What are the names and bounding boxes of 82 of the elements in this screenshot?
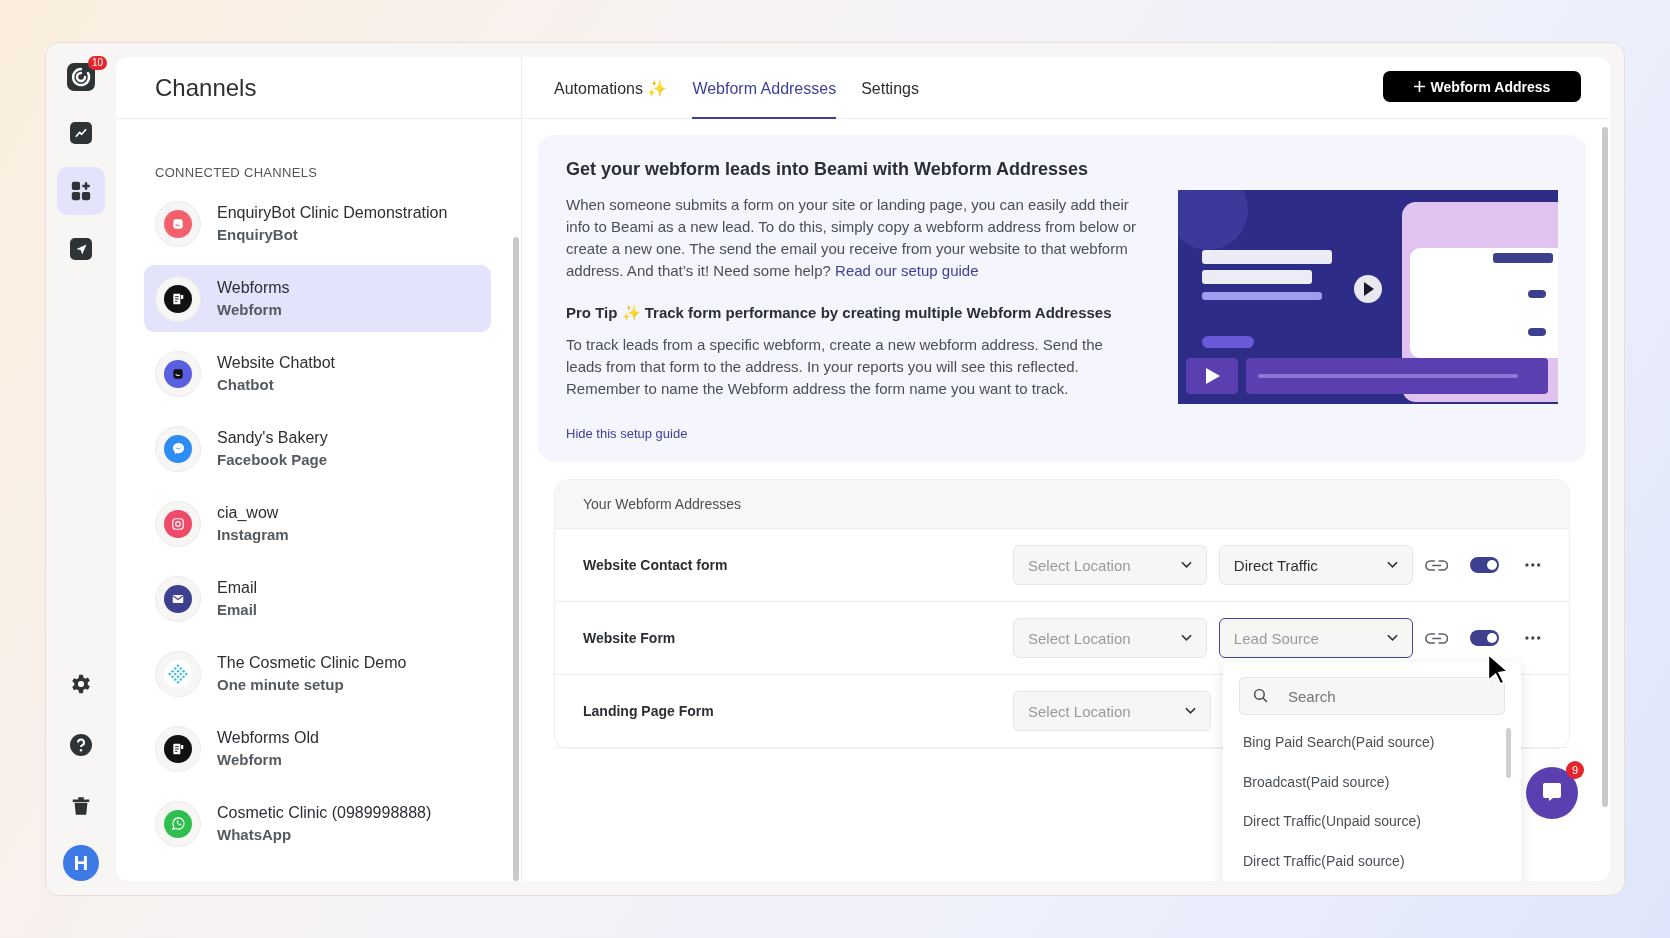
user-avatar[interactable]: H: [63, 845, 99, 881]
dropdown-option[interactable]: Direct Traffic(Paid source): [1239, 841, 1505, 881]
chevron-down-icon: [1386, 634, 1398, 642]
search-field[interactable]: Search: [1239, 677, 1505, 715]
channel-name: Cosmetic Clinic (0989998888): [217, 804, 432, 822]
search-icon: [1253, 688, 1269, 704]
channel-type: Email: [217, 601, 258, 618]
trash-icon[interactable]: [70, 795, 92, 817]
channel-type: Chatbot: [217, 376, 275, 393]
tab[interactable]: Webform Addresses: [692, 79, 837, 119]
channel-name: Webforms: [217, 279, 290, 297]
envelope-icon: [155, 575, 201, 622]
channel-name: Sandy's Bakery: [217, 429, 328, 447]
chevron-down-icon: [1180, 561, 1192, 569]
scrollbar[interactable]: [513, 237, 519, 881]
camera-icon: [155, 500, 201, 547]
chat-widget-button[interactable]: [1526, 767, 1578, 819]
channel-item[interactable]: Email Email: [144, 565, 491, 632]
dots-pattern-icon: [155, 650, 201, 697]
channel-type: Facebook Page: [217, 451, 328, 468]
channel-type: EnquiryBot: [217, 226, 299, 243]
chevron-down-icon: [1180, 634, 1192, 642]
chat-bolt-icon: [155, 425, 201, 472]
more-options-icon[interactable]: [1525, 636, 1541, 640]
notification-badge: 10: [87, 56, 107, 70]
chevron-down-icon: [1185, 707, 1196, 715]
scrollbar[interactable]: [1602, 127, 1608, 807]
channel-item[interactable]: Website Chatbot Chatbot: [144, 340, 491, 407]
channel-name: The Cosmetic Clinic Demo: [217, 654, 407, 672]
webform-name: Landing Page Form: [583, 703, 714, 719]
scrollbar[interactable]: [1506, 728, 1511, 778]
channel-item[interactable]: cia_wow Instagram: [144, 490, 491, 557]
help-icon[interactable]: [69, 733, 93, 757]
dropdown-option[interactable]: Bing Paid Search(Paid source): [1239, 723, 1505, 763]
channel-type: Instagram: [217, 526, 289, 543]
dropdown-option[interactable]: Direct Traffic(Unpaid source): [1239, 802, 1505, 842]
channel-name: EnquiryBot Clinic Demonstration: [217, 204, 448, 222]
tab[interactable]: Settings: [861, 79, 919, 119]
link-icon[interactable]: [1424, 558, 1449, 572]
lead-source-select[interactable]: Direct Traffic: [1218, 545, 1413, 585]
dropdown-option[interactable]: Broadcast(Paid source): [1239, 762, 1505, 802]
page-title: Channels: [155, 73, 257, 102]
channel-item[interactable]: EnquiryBot Clinic Demonstration EnquiryBot: [144, 190, 491, 257]
chat-icon: [155, 350, 201, 397]
channel-type: One minute setup: [217, 676, 345, 693]
guide-title: Get your webform leads into Beami with Webform Addresses: [566, 159, 1090, 180]
guide-paragraph: When someone submits a form on your site or landing page, you can easily add their info to Beami as a new lead. To do this, simply copy a webform address from below or create a new one. The send the email you receive from your website to that webform address. And that’s it! Need some help? Read our setup guide: [566, 195, 1137, 281]
channel-type: Webform: [217, 751, 283, 768]
channel-item[interactable]: Cosmetic Clinic (0989998888) WhatsApp: [144, 790, 491, 857]
settings-icon[interactable]: [70, 673, 92, 695]
hide-guide-link[interactable]: Hide this setup guide: [566, 426, 688, 441]
form-icon: [155, 725, 201, 772]
table-heading: Your Webform Addresses: [583, 496, 741, 512]
phone-chat-icon: [155, 800, 201, 847]
channel-name: Website Chatbot: [217, 354, 335, 372]
channel-item[interactable]: The Cosmetic Clinic Demo One minute setup: [144, 640, 491, 707]
webform-name: Website Form: [583, 630, 676, 646]
toggle-switch[interactable]: [1470, 630, 1500, 646]
channel-name: Webforms Old: [217, 729, 319, 747]
section-label: CONNECTED CHANNELS: [155, 165, 319, 180]
channel-type: WhatsApp: [217, 826, 293, 843]
channel-item[interactable]: Webforms Old Webform: [144, 715, 491, 782]
webform-name: Website Contact form: [583, 557, 728, 573]
form-icon: [155, 275, 201, 322]
channel-name: cia_wow: [217, 504, 280, 522]
channel-type: Webform: [217, 301, 283, 318]
chevron-down-icon: [1386, 561, 1398, 569]
add-webform-address-button[interactable]: Webform Address: [1383, 71, 1581, 102]
toggle-switch[interactable]: [1470, 557, 1500, 573]
channel-item[interactable]: Webforms Webform: [144, 265, 491, 332]
tab[interactable]: Automations ✨: [554, 79, 668, 119]
plus-icon: [1413, 81, 1425, 92]
channel-item[interactable]: Sandy's Bakery Facebook Page: [144, 415, 491, 482]
more-options-icon[interactable]: [1525, 563, 1541, 567]
pro-tip-title: Pro Tip ✨ Track form performance by creating multiple Webform Addresses: [566, 304, 1113, 322]
link-icon[interactable]: [1424, 631, 1449, 645]
setup-guide-link[interactable]: Read our setup guide: [835, 262, 979, 279]
notification-badge: 9: [1566, 761, 1584, 779]
channel-name: Email: [217, 579, 258, 597]
chat-icon: [155, 200, 201, 247]
pro-tip-paragraph: To track leads from a specific webform, create a new webform address. Send the leads from that form to the address. In your reports you will see this reflected. Remember to name the Webform address the form name you want to track.: [566, 335, 1104, 399]
apps-icon[interactable]: [57, 167, 105, 215]
